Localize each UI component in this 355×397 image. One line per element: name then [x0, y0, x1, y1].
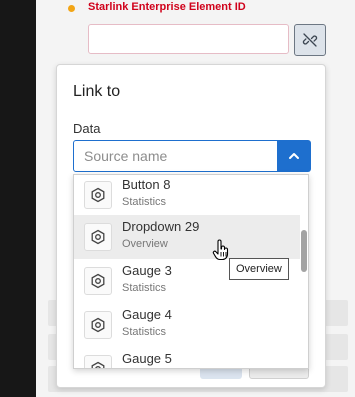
unlink-icon	[302, 33, 318, 47]
widget-icon	[84, 181, 112, 209]
data-label: Data	[73, 121, 101, 136]
widget-icon	[84, 223, 112, 251]
tooltip: Overview	[229, 258, 289, 280]
item-type: Statistics	[122, 282, 167, 294]
hand-cursor-icon	[212, 239, 229, 261]
item-name: Gauge 3	[122, 263, 172, 278]
item-name: Gauge 5	[122, 351, 172, 366]
item-name: Button 8	[122, 177, 171, 192]
list-item[interactable]: Button 8 Statistics	[74, 175, 302, 217]
item-name: Dropdown 29	[122, 219, 200, 234]
panel-title: Link to	[73, 83, 121, 100]
list-item[interactable]: Gauge 5 Statistics	[74, 347, 302, 368]
required-indicator-icon	[68, 5, 75, 12]
list-item[interactable]: Dropdown 29 Overview	[74, 215, 302, 259]
scrollbar-thumb[interactable]	[301, 230, 307, 272]
widget-icon	[84, 267, 112, 295]
source-name-input[interactable]	[84, 148, 267, 164]
source-name-field[interactable]	[73, 140, 278, 172]
element-id-input[interactable]	[88, 24, 289, 54]
item-type: Statistics	[122, 326, 167, 338]
list-item[interactable]: Gauge 4 Statistics	[74, 303, 302, 347]
item-name: Gauge 4	[122, 307, 172, 322]
field-label: Starlink Enterprise Element ID	[88, 1, 246, 13]
item-type: Statistics	[122, 196, 167, 208]
left-dark-strip	[0, 0, 36, 397]
widget-icon	[84, 355, 112, 368]
scrollbar-track[interactable]	[300, 175, 308, 368]
item-type: Overview	[122, 238, 168, 250]
dropdown-toggle-button[interactable]	[277, 140, 311, 172]
unlink-button[interactable]	[294, 24, 326, 56]
chevron-up-icon	[289, 153, 299, 159]
widget-icon	[84, 311, 112, 339]
